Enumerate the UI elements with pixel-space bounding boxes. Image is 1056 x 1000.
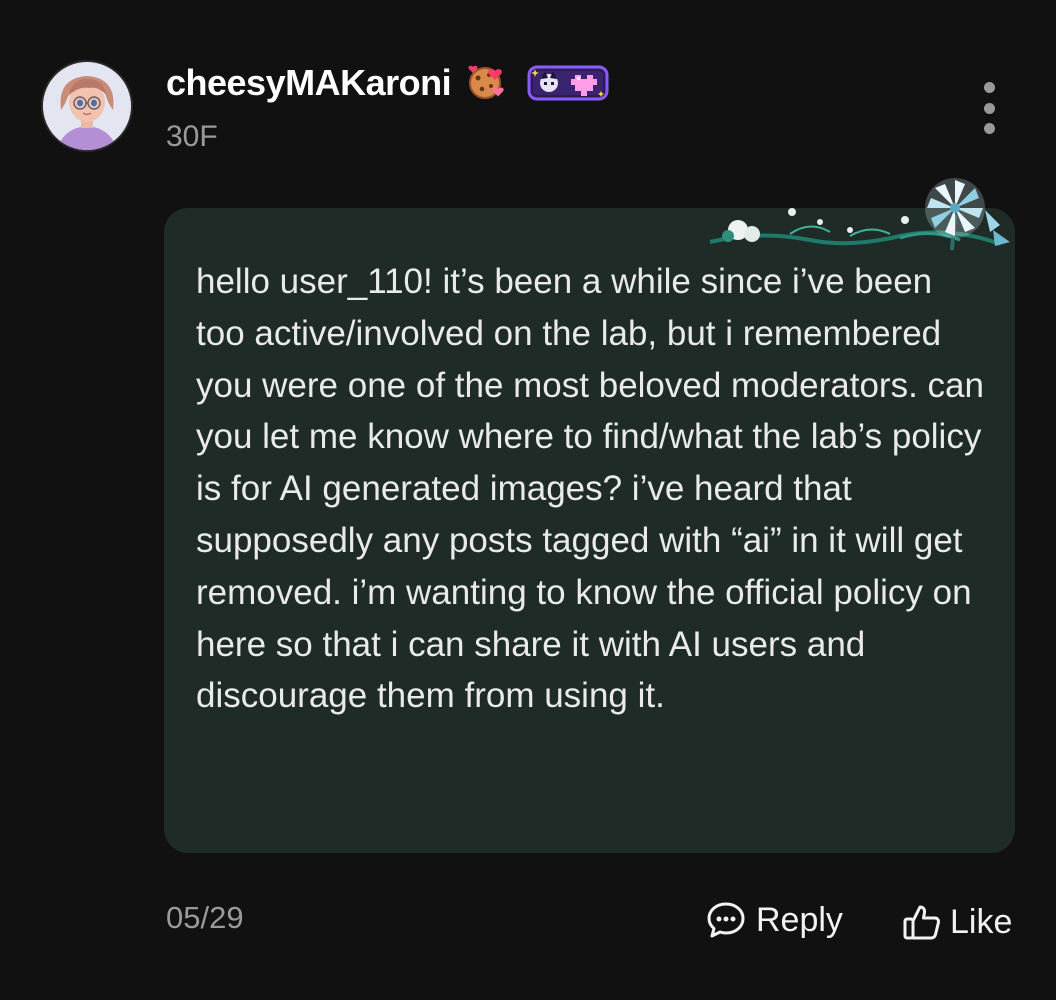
cookie-hearts-icon <box>468 65 504 99</box>
thumbs-up-icon <box>903 905 941 940</box>
message-text: hello user_110! it’s been a while since … <box>196 262 984 716</box>
post-number: 30F <box>166 120 218 153</box>
like-label: Like <box>950 902 1013 941</box>
post-date: 05/29 <box>166 900 244 935</box>
avatar-portrait-icon <box>43 62 131 150</box>
reply-label: Reply <box>756 900 843 939</box>
message-bubble: hello user_110! it’s been a while since … <box>164 208 1015 853</box>
speech-bubble-icon <box>707 902 745 938</box>
reply-button[interactable]: Reply <box>706 894 843 946</box>
user-avatar[interactable] <box>41 60 133 152</box>
more-vertical-icon <box>983 82 995 93</box>
pixel-heart-frame-icon <box>527 65 609 101</box>
more-vertical-icon-dot <box>983 123 995 134</box>
more-vertical-icon-dot <box>983 102 995 114</box>
username-row: cheesyMAKaroni <box>166 58 609 108</box>
flowers-pinwheel-decoration-icon <box>709 178 1010 251</box>
username[interactable]: cheesyMAKaroni <box>166 62 452 104</box>
like-button[interactable]: Like <box>902 896 1012 948</box>
more-options-button[interactable] <box>972 82 1006 134</box>
